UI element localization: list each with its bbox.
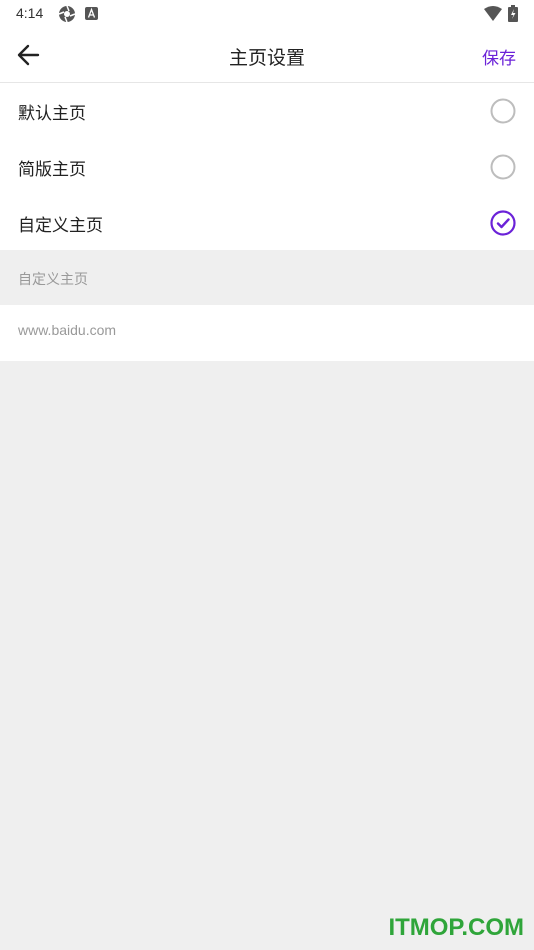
radio-unchecked-icon[interactable] <box>490 154 516 180</box>
app-a-icon <box>85 7 98 20</box>
option-custom-homepage[interactable]: 自定义主页 <box>0 195 534 251</box>
status-bar: 4:14 <box>0 0 534 27</box>
save-button[interactable]: 保存 <box>482 44 516 69</box>
status-time: 4:14 <box>16 5 44 21</box>
option-label: 自定义主页 <box>18 216 103 236</box>
wifi-icon <box>484 6 502 21</box>
watermark: ITMOP.COM <box>388 914 524 941</box>
battery-charging-icon <box>508 5 518 22</box>
option-label: 默认主页 <box>18 104 86 124</box>
custom-homepage-url-input[interactable] <box>18 322 498 338</box>
option-label: 简版主页 <box>18 160 86 180</box>
page-title: 主页设置 <box>228 47 305 69</box>
radio-unchecked-icon[interactable] <box>490 98 516 124</box>
custom-url-row <box>0 305 534 361</box>
radio-checked-icon[interactable] <box>490 210 516 236</box>
aperture-icon <box>58 5 76 23</box>
custom-homepage-section-header: 自定义主页 <box>0 250 534 305</box>
toolbar: 主页设置 保存 <box>0 27 534 83</box>
option-default-homepage[interactable]: 默认主页 <box>0 83 534 139</box>
option-lite-homepage[interactable]: 简版主页 <box>0 139 534 195</box>
homepage-options-list: 默认主页 简版主页 自定义主页 <box>0 83 534 251</box>
section-header-label: 自定义主页 <box>18 272 88 288</box>
